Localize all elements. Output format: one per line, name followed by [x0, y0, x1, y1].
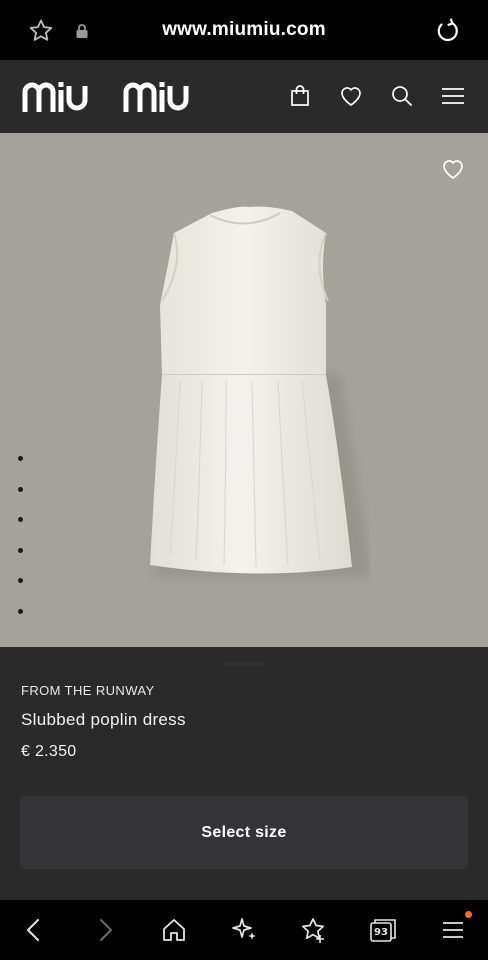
back-icon[interactable]	[20, 916, 48, 944]
select-size-button[interactable]: Select size	[20, 796, 468, 869]
browser-bottom-nav: 93	[0, 900, 488, 960]
carousel-pagination	[18, 456, 28, 639]
tabs-count: 93	[374, 927, 388, 938]
carousel-dot[interactable]	[18, 608, 23, 614]
product-image-dress	[150, 206, 370, 577]
product-image-carousel[interactable]	[0, 133, 488, 647]
home-icon[interactable]	[160, 916, 188, 944]
miu-miu-logo[interactable]	[22, 82, 212, 112]
wishlist-heart-icon[interactable]	[439, 155, 467, 183]
tabs-button[interactable]: 93	[369, 916, 397, 944]
product-info-panel: FROM THE RUNWAY Slubbed poplin dress € 2…	[0, 647, 488, 900]
notification-dot	[465, 911, 472, 918]
drag-handle[interactable]	[224, 662, 264, 666]
forward-icon[interactable]	[91, 916, 119, 944]
bookmarks-icon[interactable]	[299, 916, 327, 944]
carousel-dot[interactable]	[18, 547, 23, 553]
search-icon[interactable]	[388, 82, 416, 110]
shopping-bag-icon[interactable]	[286, 82, 314, 110]
product-name: Slubbed poplin dress	[21, 710, 186, 729]
product-kicker: FROM THE RUNWAY	[21, 683, 155, 698]
site-header	[0, 60, 488, 133]
carousel-dot[interactable]	[18, 486, 23, 492]
reload-icon[interactable]	[433, 17, 461, 45]
product-price: € 2.350	[21, 743, 77, 760]
browser-toolbar: www.miumiu.com	[0, 0, 488, 60]
carousel-dot[interactable]	[18, 517, 23, 522]
menu-icon[interactable]	[439, 82, 467, 110]
heart-icon[interactable]	[337, 82, 365, 110]
browser-menu-icon[interactable]	[439, 916, 467, 944]
address-bar-url[interactable]: www.miumiu.com	[0, 19, 488, 41]
carousel-dot[interactable]	[18, 456, 23, 461]
sparkle-icon[interactable]	[230, 916, 258, 944]
carousel-dot[interactable]	[18, 578, 23, 583]
